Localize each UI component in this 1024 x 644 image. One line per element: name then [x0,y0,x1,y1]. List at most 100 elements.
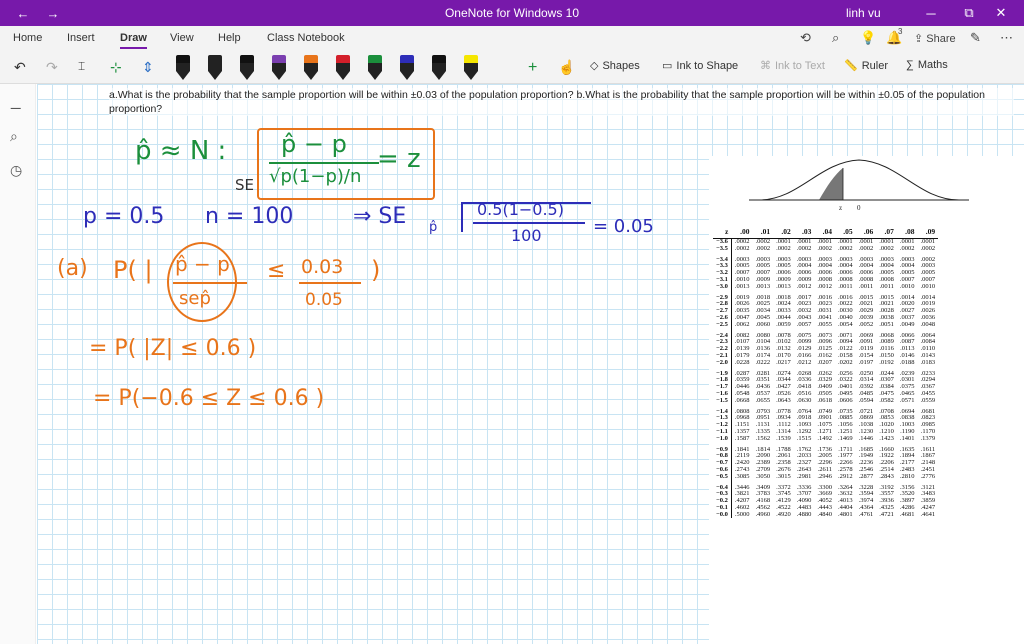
tab-class-notebook[interactable]: Class Notebook [267,32,345,44]
pen-body [400,63,414,71]
pen-tip [432,71,446,80]
hw-p-value: p = 0.5 [83,204,165,229]
z-table-cell: .0059 [776,320,791,328]
pen-1[interactable] [176,55,190,81]
pen-6[interactable] [336,55,350,81]
z-table-z-value: −1.0 [713,435,732,443]
z-table-z-value: −3.5 [713,245,732,253]
tab-home[interactable]: Home [13,32,42,44]
search-icon[interactable]: ⌕ [10,128,18,145]
hw-part-a-rhs-numerator: 0.03 [301,256,344,278]
recent-icon[interactable]: ◷ [10,162,22,179]
question-text: a.What is the probability that the sampl… [109,88,1014,116]
close-button[interactable]: ✕ [978,0,1024,26]
z-table-cell: .0012 [796,282,812,290]
tab-view[interactable]: View [170,32,194,44]
hw-se-expr-numerator: 0.5(1−0.5) [477,200,564,219]
undo-icon[interactable]: ↶ [14,59,26,76]
pen-5[interactable] [304,55,318,81]
z-table-cell: .0002 [817,244,832,252]
ink-to-text-button[interactable]: ⌘ Ink to Text [760,59,825,73]
pen-mode-icon[interactable]: ✎ [970,30,981,46]
hw-part-a-numerator: p̂ − p [175,252,230,276]
lasso-select-icon[interactable]: ⊹ [110,59,122,76]
z-table-cell: .0002 [920,244,936,252]
ruler-button[interactable]: 📏 Ruler [844,59,888,73]
z-table-header: .03 [793,226,815,239]
z-table-cell: .0002 [796,244,812,252]
z-table-cell: .0011 [838,282,853,290]
math-button[interactable]: ∑ Maths [906,59,948,71]
z-table-header: .08 [896,226,918,239]
pen-body [240,63,254,71]
note-canvas[interactable]: a.What is the probability that the sampl… [37,84,1024,644]
hw-phat-approx-normal: p̂ ≈ N : [135,136,227,166]
more-icon[interactable]: ⋯ [1000,30,1013,46]
z-table-row: −3.5.0002.0002.0002.0002.0002.0002.0002.… [713,244,938,253]
z-table-cell: .2877 [858,472,874,480]
pen-body [176,63,190,71]
hw-se-fraction-bar [473,222,585,224]
type-select-icon[interactable]: ⌶ [78,59,85,74]
z-table-cell: .0012 [817,282,832,290]
ink-to-text-icon: ⌘ [760,60,771,72]
normal-curve-shaded-tail [779,168,843,200]
tab-help[interactable]: Help [218,32,241,44]
z-table-cell: .0002 [755,244,771,252]
user-name[interactable]: linh vu [846,6,881,20]
z-table-header: .02 [773,226,794,239]
shapes-button[interactable]: ◇ Shapes [590,59,640,73]
shapes-icon: ◇ [590,60,599,72]
tab-insert[interactable]: Insert [67,32,95,44]
pen-2[interactable] [208,55,222,81]
lightbulb-icon[interactable]: 💡 [860,30,876,46]
z-table-cell: .0002 [734,244,750,252]
z-table-z-value: −3.0 [713,283,732,291]
z-table-cell: .3015 [776,472,791,480]
z-table-image: z 0 z .00.01.02.03.04.05.06.07.08.09 −3.6… [709,156,1024,644]
add-space-icon[interactable]: ⇕ [142,59,154,76]
redo-icon[interactable]: ↷ [46,59,58,76]
z-table-cell: .0643 [776,396,791,404]
pen-color-swatch [304,55,318,63]
hw-part-a-prob: P( | [113,256,153,284]
touch-draw-icon[interactable]: ☝ [558,59,575,76]
pen-8[interactable] [400,55,414,81]
pen-9[interactable] [432,55,446,81]
share-button[interactable]: ⇪ Share [914,32,956,45]
pen-tip [272,71,286,80]
pen-tip [176,71,190,80]
z-table-cell: .0010 [899,282,915,290]
pen-7[interactable] [368,55,382,81]
search-icon[interactable]: ⌕ [832,30,839,46]
z-table-row: −1.0.1587 .1562 .1539 .1515 .1492 .1469 .1446.… [713,434,938,443]
notebooks-icon[interactable]: 𝍠 [10,94,21,118]
pen-3[interactable] [240,55,254,81]
pen-10[interactable] [464,55,478,81]
curve-label-zero: 0 [857,204,861,212]
z-table-cell: .0222 [755,358,771,366]
hw-part-a-denominator: sep̂ [179,288,211,309]
z-table-cell: .4761 [858,510,874,518]
hw-se-expr-denominator: 100 [511,226,542,245]
z-table-cell: .0002 [899,244,915,252]
z-table-cell: .1587 [734,434,750,442]
z-table-z-value: −2.5 [713,321,732,329]
z-table-cell: .4920 [776,510,791,518]
add-pen-button[interactable]: + [528,59,537,77]
pen-color-swatch [368,55,382,63]
pen-body [432,63,446,71]
pen-4[interactable] [272,55,286,81]
z-table-cell: .2946 [817,472,832,480]
hw-part-a-leq: ≤ [267,258,286,283]
sync-icon[interactable]: ⟲ [800,30,811,46]
tab-draw[interactable]: Draw [120,32,147,49]
z-table-z-value: −0.0 [713,511,732,519]
pen-color-swatch [208,55,222,63]
hw-part-a-fraction-bar [173,282,247,284]
pen-tip [336,71,350,80]
z-table-cell: .0052 [858,320,874,328]
z-table-header: .05 [834,226,856,239]
hw-formula-denominator: √p(1−p)/n [269,166,362,187]
ink-to-shape-button[interactable]: ▭ Ink to Shape [662,59,738,73]
